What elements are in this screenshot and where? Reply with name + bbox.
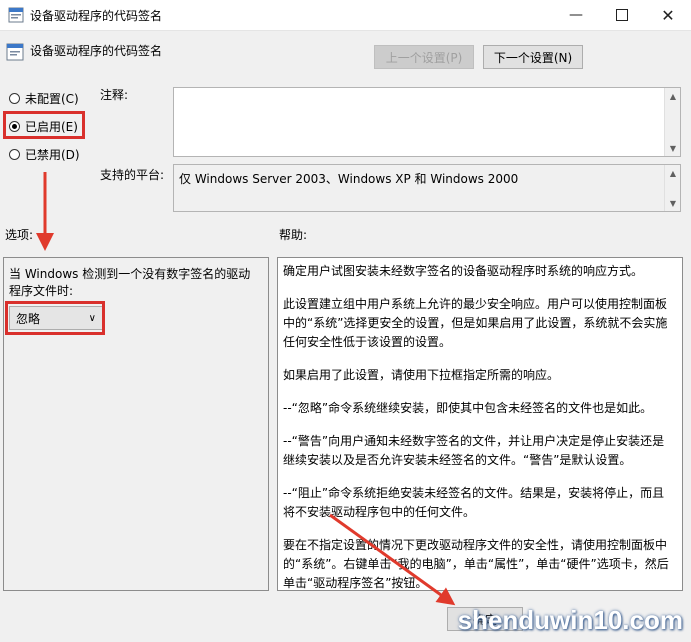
close-button[interactable]: ✕	[645, 0, 691, 30]
maximize-icon	[616, 9, 628, 21]
help-paragraph: 此设置建立组中用户系统上允许的最少安全响应。用户可以使用控制面板中的“系统”选择…	[283, 297, 668, 349]
scroll-down-icon[interactable]: ▼	[665, 140, 681, 156]
radio-circle	[9, 149, 20, 160]
radio-circle	[9, 93, 20, 104]
minimize-icon: —	[569, 7, 583, 23]
title-bar: 设备驱动程序的代码签名 — ✕	[0, 0, 691, 31]
comment-scrollbar[interactable]: ▲ ▼	[664, 88, 680, 156]
help-paragraph: --“阻止”命令系统拒绝安装未经签名的文件。结果是，安装将停止，而且将不安装驱动…	[283, 486, 665, 519]
help-label: 帮助:	[279, 228, 308, 242]
options-description: 当 Windows 检测到一个没有数字签名的驱动程序文件时:	[9, 267, 251, 298]
platform-field: 仅 Windows Server 2003、Windows XP 和 Windo…	[173, 164, 681, 212]
comment-textarea[interactable]: ▲ ▼	[173, 87, 681, 157]
scroll-up-icon[interactable]: ▲	[665, 165, 681, 181]
scroll-down-icon[interactable]: ▼	[665, 195, 681, 211]
platform-value: 仅 Windows Server 2003、Windows XP 和 Windo…	[179, 172, 519, 186]
platform-scrollbar[interactable]: ▲ ▼	[664, 165, 680, 211]
help-paragraph: --“忽略”命令系统继续安装，即使其中包含未经签名的文件也是如此。	[283, 401, 653, 415]
highlight-dropdown-box	[5, 301, 105, 335]
highlight-enabled-box	[3, 111, 85, 139]
policy-icon	[8, 7, 24, 23]
minimize-button[interactable]: —	[553, 0, 599, 30]
radio-disabled[interactable]: 已禁用(D)	[9, 146, 80, 163]
help-text: 确定用户试图安装未经数字签名的设备驱动程序时系统的响应方式。 此设置建立组中用户…	[283, 262, 671, 590]
next-setting-button[interactable]: 下一个设置(N)	[483, 45, 583, 69]
help-panel: 确定用户试图安装未经数字签名的设备驱动程序时系统的响应方式。 此设置建立组中用户…	[277, 257, 683, 591]
policy-setting-icon	[6, 43, 24, 61]
watermark: shenduwin10.com	[457, 605, 683, 635]
radio-not-configured[interactable]: 未配置(C)	[9, 90, 79, 107]
radio-label: 未配置(C)	[25, 92, 79, 106]
setting-title: 设备驱动程序的代码签名	[30, 44, 163, 58]
close-icon: ✕	[661, 5, 675, 25]
radio-label: 已禁用(D)	[25, 148, 80, 162]
platform-label: 支持的平台:	[100, 168, 165, 182]
help-paragraph: 确定用户试图安装未经数字签名的设备驱动程序时系统的响应方式。	[283, 264, 644, 278]
previous-setting-button[interactable]: 上一个设置(P)	[374, 45, 474, 69]
options-label: 选项:	[5, 228, 34, 242]
help-paragraph: --“警告”向用户通知未经数字签名的文件，并让用户决定是停止安装还是继续安装以及…	[283, 434, 665, 467]
window-title: 设备驱动程序的代码签名	[30, 9, 163, 23]
maximize-button[interactable]	[599, 0, 645, 30]
help-paragraph: 如果启用了此设置，请使用下拉框指定所需的响应。	[283, 368, 560, 382]
scroll-up-icon[interactable]: ▲	[665, 88, 681, 104]
comment-label: 注释:	[100, 88, 129, 102]
help-paragraph: 要在不指定设置的情况下更改驱动程序文件的安全性，请使用控制面板中的“系统”。右键…	[283, 538, 669, 590]
